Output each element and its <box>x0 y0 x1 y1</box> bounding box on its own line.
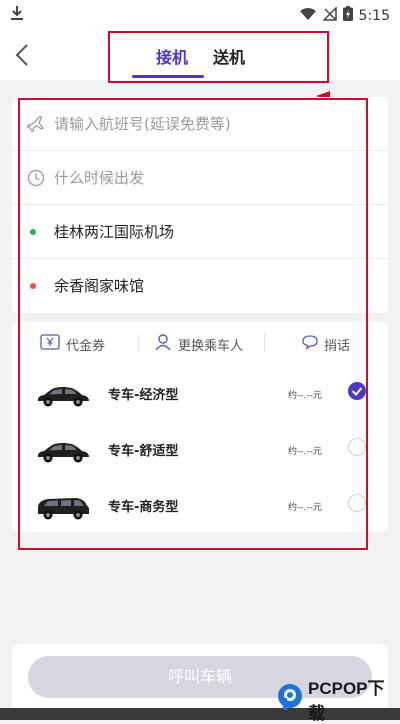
battery-icon <box>342 6 353 25</box>
pcpop-logo-icon <box>276 682 304 716</box>
signal-off-icon <box>321 5 337 25</box>
watermark: PCPOP下载 <box>276 679 400 723</box>
status-bar: 5:15 <box>0 0 400 30</box>
annotation-box-tabs <box>108 31 329 83</box>
status-time: 5:15 <box>358 7 390 24</box>
download-icon <box>10 5 24 25</box>
wifi-icon <box>299 7 317 25</box>
watermark-text: PCPOP下载 <box>308 679 385 723</box>
annotation-box-form <box>18 98 368 550</box>
back-arrow-icon[interactable] <box>12 40 38 70</box>
